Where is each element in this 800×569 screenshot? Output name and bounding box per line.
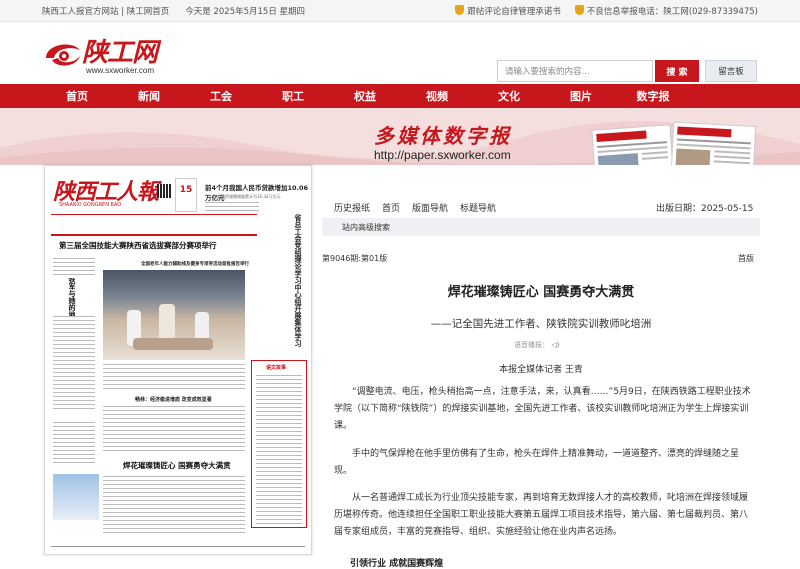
issue-page-info: 第9046期:第01版 bbox=[322, 254, 388, 263]
newspaper-small-photo bbox=[53, 474, 99, 520]
headline-rule bbox=[51, 234, 257, 236]
speaker-icon[interactable]: ◁) bbox=[551, 341, 559, 349]
newspaper-date-box: 15 bbox=[175, 178, 197, 212]
article-title: 焊花璀璨铸匠心 国赛勇夺大满贯 bbox=[447, 285, 635, 300]
newspaper-column-box: 语文故事 bbox=[251, 360, 307, 528]
logo-swirl-icon bbox=[46, 44, 80, 66]
article-paragraph: “调整电流、电压，枪头稍抬高一点，注意手法，来，认真看……”5月9日，在陕西铁路… bbox=[334, 387, 751, 431]
current-date: 今天是 2025年5月15日 星期四 bbox=[185, 6, 306, 17]
advanced-search-link[interactable]: 站内高级搜索 bbox=[322, 218, 760, 236]
newspaper-stack-image bbox=[591, 121, 757, 165]
newspaper-vertical-headline: 省总工会党组理论学习中心组开展集体学习 bbox=[294, 214, 302, 347]
text-block bbox=[103, 406, 245, 454]
nav-item-news[interactable]: 新闻 bbox=[113, 88, 185, 104]
text-block bbox=[103, 364, 245, 390]
qr-code-icon bbox=[157, 184, 171, 198]
article-paragraph: 从一名普通焊工成长为行业顶尖技能专家，再到培育无数焊接人才的高校教师，叱培洲在焊… bbox=[334, 493, 749, 537]
text-block bbox=[53, 316, 95, 412]
audio-player[interactable]: 语音播报： ◁) bbox=[514, 340, 559, 350]
search-input[interactable]: 请输入要搜索的内容... bbox=[497, 60, 653, 82]
digital-paper-banner: 多媒体数字报 http://paper.sxworker.com bbox=[0, 108, 800, 165]
nav-item-home[interactable]: 首页 bbox=[41, 88, 113, 104]
nav-item-workers[interactable]: 职工 bbox=[257, 88, 329, 104]
nav-item-pictures[interactable]: 图片 bbox=[545, 88, 617, 104]
photo-table bbox=[133, 338, 213, 350]
site-header: 陕工网 www.sxworker.com 请输入要搜索的内容... 搜 索 留言… bbox=[0, 22, 800, 84]
newspaper-feature-headline: 焊花璀璨铸匠心 国赛勇夺大满贯 bbox=[123, 461, 231, 470]
top-utility-bar: 陕西工人报官方网站 | 陕工网首页 今天是 2025年5月15日 星期四 跟帖评… bbox=[0, 0, 800, 22]
newspaper-footer-rule bbox=[51, 546, 305, 547]
nav-item-union[interactable]: 工会 bbox=[185, 88, 257, 104]
top-right-links: 跟帖评论自律管理承诺书 不良信息举报电话：陕工网(029-87339475) bbox=[455, 0, 758, 22]
page-nav-link[interactable]: 版面导航 bbox=[412, 201, 448, 214]
nav-item-video[interactable]: 视频 bbox=[401, 88, 473, 104]
newspaper-masthead-sub: SHAANXI GONGREN BAO bbox=[59, 202, 122, 208]
text-block bbox=[53, 258, 95, 278]
nav-item-rights[interactable]: 权益 bbox=[329, 88, 401, 104]
newspaper-mid-headline: 畅林：经济稳进增质 改变成效显著 bbox=[135, 397, 212, 403]
newspaper-page-image[interactable]: 陕西工人報 SHAANXI GONGREN BAO 15 前4个月我国人民币贷款… bbox=[44, 165, 312, 555]
history-papers-link[interactable]: 历史报纸 bbox=[334, 201, 370, 214]
shield-icon bbox=[574, 5, 584, 15]
banner-url: http://paper.sxworker.com bbox=[374, 148, 511, 162]
comment-pledge-link[interactable]: 跟帖评论自律管理承诺书 bbox=[455, 5, 561, 17]
text-block bbox=[53, 422, 95, 466]
newspaper-small-headline: 全国老年人能力辅助线及健身专项导活动首批报告举行 bbox=[141, 262, 249, 267]
newspaper-photo bbox=[103, 270, 245, 360]
search-button[interactable]: 搜 索 bbox=[655, 60, 699, 82]
comment-pledge-label: 跟帖评论自律管理承诺书 bbox=[467, 7, 561, 17]
title-nav-link[interactable]: 标题导航 bbox=[460, 201, 496, 214]
article-subtitle: ——记全国先进工作者、陕铁院实训教师叱培洲 bbox=[430, 318, 652, 330]
audio-label: 语音播报： bbox=[514, 341, 549, 349]
newspaper-main-headline: 第三届全国技能大赛陕西省选拔赛部分赛项举行 bbox=[59, 241, 217, 250]
masthead-rule bbox=[51, 214, 257, 215]
text-block bbox=[103, 476, 245, 536]
front-page-link[interactable]: 首页 bbox=[382, 201, 400, 214]
site-logo[interactable]: 陕工网 www.sxworker.com bbox=[42, 34, 162, 82]
publication-date: 出版日期：2025-05-15 bbox=[656, 204, 754, 214]
article-author: 本报全媒体记者 王青 bbox=[499, 365, 583, 375]
article-section-heading: 引领行业 成就国赛辉煌 bbox=[350, 559, 444, 569]
report-phone-label: 不良信息举报电话：陕工网(029-87339475) bbox=[586, 7, 758, 17]
logo-url: www.sxworker.com bbox=[86, 66, 155, 75]
banner-title: 多媒体数字报 bbox=[374, 124, 512, 148]
newspaper-day: 15 bbox=[179, 185, 193, 195]
shield-icon bbox=[455, 5, 465, 15]
logo-text: 陕工网 bbox=[82, 38, 158, 68]
report-phone-link[interactable]: 不良信息举报电话：陕工网(029-87339475) bbox=[574, 5, 758, 17]
newspaper-top-subheadline: 社会融资规模增量累计为16.34万亿元 bbox=[213, 194, 281, 199]
site-links[interactable]: 陕西工人报官方网站 | 陕工网首页 bbox=[42, 5, 169, 17]
article-paragraph: 手中的气保焊枪在他手里仿佛有了生命，枪头在焊件上精准舞动，一道道整齐、漂亮的焊缝… bbox=[334, 449, 740, 476]
text-block bbox=[256, 375, 302, 525]
nav-item-culture[interactable]: 文化 bbox=[473, 88, 545, 104]
nav-item-digital-paper[interactable]: 数字报 bbox=[617, 88, 689, 104]
column-box-title: 语文故事 bbox=[266, 365, 287, 371]
paper-tools: 历史报纸 首页 版面导航 标题导航 bbox=[334, 201, 496, 214]
page-name: 首版 bbox=[738, 254, 754, 263]
main-nav: 首页 新闻 工会 职工 权益 视频 文化 图片 数字报 bbox=[0, 84, 800, 108]
text-block bbox=[205, 202, 259, 212]
guestbook-button[interactable]: 留言板 bbox=[705, 60, 757, 82]
